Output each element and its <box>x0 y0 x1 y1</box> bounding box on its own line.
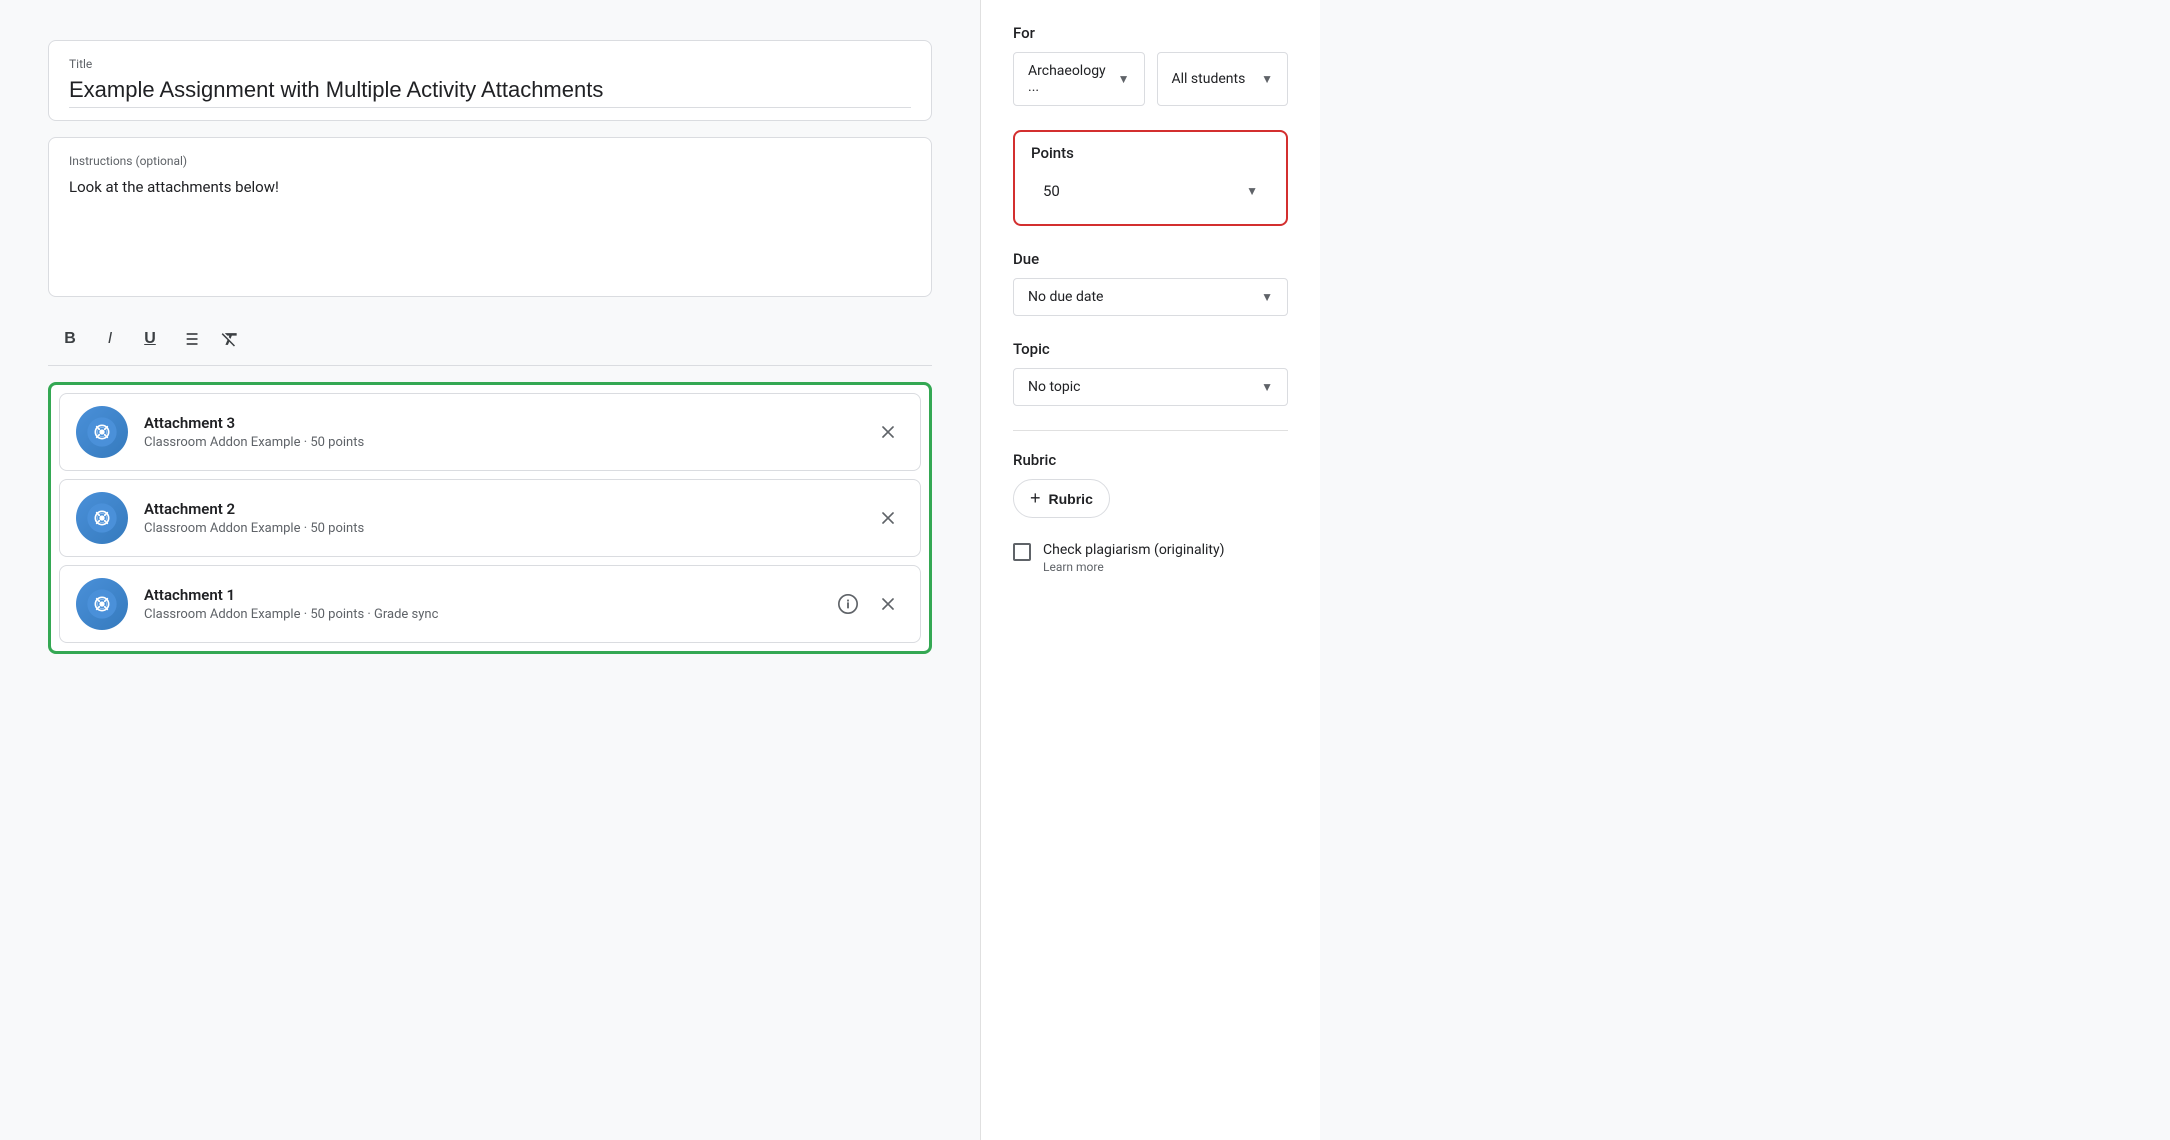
title-section: Title <box>48 40 932 121</box>
attachment-item-1: Attachment 1 Classroom Addon Example · 5… <box>59 565 921 643</box>
attachment-icon-3 <box>76 406 128 458</box>
plus-icon: + <box>1030 488 1041 509</box>
students-dropdown-arrow: ▼ <box>1261 72 1273 86</box>
class-dropdown-arrow: ▼ <box>1118 72 1130 86</box>
attachment-1-actions <box>832 588 904 620</box>
attachment-item-2: Attachment 2 Classroom Addon Example · 5… <box>59 479 921 557</box>
learn-more-link[interactable]: Learn more <box>1043 560 1224 574</box>
plagiarism-label: Check plagiarism (originality) <box>1043 542 1224 558</box>
attachment-3-actions <box>872 416 904 448</box>
attachment-icon-1 <box>76 578 128 630</box>
attachment-1-title: Attachment 1 <box>144 586 816 604</box>
clear-format-button[interactable] <box>212 321 248 357</box>
add-rubric-button[interactable]: + Rubric <box>1013 479 1110 518</box>
topic-dropdown[interactable]: No topic ▼ <box>1013 368 1288 406</box>
topic-dropdown-arrow: ▼ <box>1261 380 1273 394</box>
formatting-toolbar: B I U <box>48 313 932 366</box>
topic-section: Topic No topic ▼ <box>1013 340 1288 406</box>
attachment-2-subtitle: Classroom Addon Example · 50 points <box>144 521 856 536</box>
underline-button[interactable]: U <box>132 321 168 357</box>
divider <box>1013 430 1288 431</box>
attachment-3-subtitle: Classroom Addon Example · 50 points <box>144 435 856 450</box>
italic-button[interactable]: I <box>92 321 128 357</box>
attachment-1-subtitle: Classroom Addon Example · 50 points · Gr… <box>144 607 816 622</box>
attachment-2-close-button[interactable] <box>872 502 904 534</box>
points-dropdown-arrow: ▼ <box>1246 184 1258 198</box>
class-dropdown-value: Archaeology ... <box>1028 63 1110 95</box>
attachments-container: Attachment 3 Classroom Addon Example · 5… <box>48 382 932 654</box>
points-value: 50 <box>1043 182 1060 200</box>
plagiarism-text-container: Check plagiarism (originality) Learn mor… <box>1043 542 1224 574</box>
points-dropdown[interactable]: 50 ▼ <box>1031 174 1270 208</box>
students-dropdown-value: All students <box>1172 71 1246 87</box>
attachment-icon-2 <box>76 492 128 544</box>
instructions-section: Instructions (optional) Look at the atta… <box>48 137 932 297</box>
due-dropdown-arrow: ▼ <box>1261 290 1273 304</box>
attachment-2-actions <box>872 502 904 534</box>
topic-label: Topic <box>1013 340 1288 358</box>
points-label: Points <box>1031 144 1270 162</box>
attachment-3-title: Attachment 3 <box>144 414 856 432</box>
class-dropdown[interactable]: Archaeology ... ▼ <box>1013 52 1145 106</box>
attachment-1-close-button[interactable] <box>872 588 904 620</box>
students-dropdown[interactable]: All students ▼ <box>1157 52 1289 106</box>
for-label: For <box>1013 24 1288 42</box>
for-section: For Archaeology ... ▼ All students ▼ <box>1013 24 1288 106</box>
rubric-btn-label: Rubric <box>1049 491 1093 507</box>
attachment-2-title: Attachment 2 <box>144 500 856 518</box>
instructions-label: Instructions (optional) <box>69 154 911 168</box>
rubric-section: Rubric + Rubric <box>1013 451 1288 518</box>
attachment-info-3: Attachment 3 Classroom Addon Example · 5… <box>144 414 856 450</box>
right-panel: For Archaeology ... ▼ All students ▼ Poi… <box>980 0 1320 1140</box>
attachment-3-close-button[interactable] <box>872 416 904 448</box>
attachment-info-2: Attachment 2 Classroom Addon Example · 5… <box>144 500 856 536</box>
instructions-text[interactable]: Look at the attachments below! <box>69 176 911 199</box>
title-input[interactable] <box>69 77 911 108</box>
due-section: Due No due date ▼ <box>1013 250 1288 316</box>
list-button[interactable] <box>172 321 208 357</box>
topic-dropdown-value: No topic <box>1028 379 1080 395</box>
plagiarism-checkbox[interactable] <box>1013 543 1031 561</box>
bold-button[interactable]: B <box>52 321 88 357</box>
rubric-label: Rubric <box>1013 451 1288 469</box>
points-section: Points 50 ▼ <box>1013 130 1288 226</box>
attachment-1-info-button[interactable] <box>832 588 864 620</box>
attachment-info-1: Attachment 1 Classroom Addon Example · 5… <box>144 586 816 622</box>
plagiarism-row: Check plagiarism (originality) Learn mor… <box>1013 542 1288 574</box>
due-dropdown-value: No due date <box>1028 289 1103 305</box>
attachment-item-3: Attachment 3 Classroom Addon Example · 5… <box>59 393 921 471</box>
due-label: Due <box>1013 250 1288 268</box>
due-dropdown[interactable]: No due date ▼ <box>1013 278 1288 316</box>
for-row: Archaeology ... ▼ All students ▼ <box>1013 52 1288 106</box>
title-label: Title <box>69 57 911 71</box>
